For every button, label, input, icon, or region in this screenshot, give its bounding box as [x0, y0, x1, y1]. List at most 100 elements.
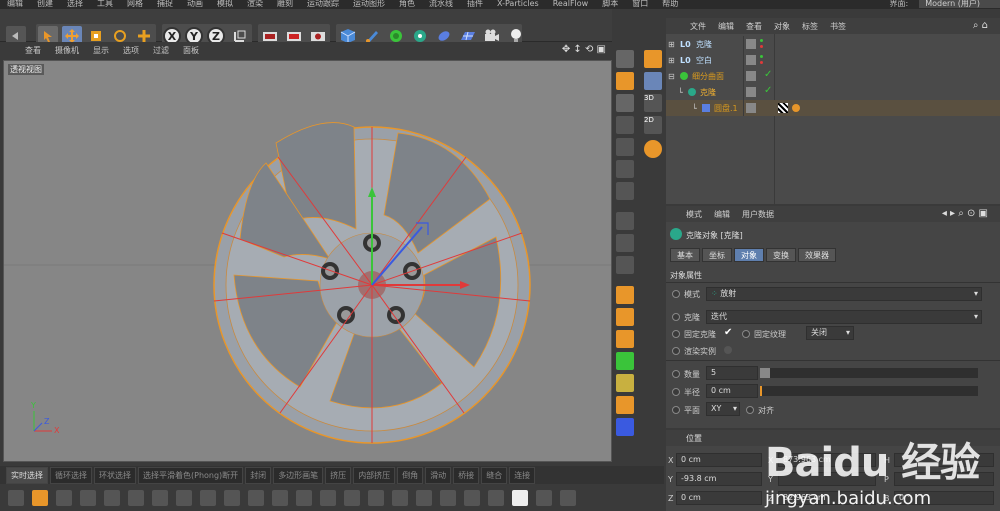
tool-bridge[interactable]: 桥接	[453, 466, 480, 484]
am-menu-edit[interactable]: 编辑	[708, 209, 736, 220]
om-menu-tags[interactable]: 标签	[796, 21, 824, 32]
object-tool-icon-1[interactable]	[616, 286, 634, 304]
fixed-texture-dropdown[interactable]: 关闭 ▾	[806, 326, 854, 340]
menu-realflow[interactable]: RealFlow	[546, 0, 596, 9]
align-animate-radio[interactable]	[746, 406, 754, 414]
object-row[interactable]: └ 克隆 ✓	[666, 84, 1000, 100]
fixed-clone-checkbox[interactable]: ✔	[724, 327, 732, 338]
object-tool-icon-2[interactable]	[616, 308, 634, 326]
am-menu-user-data[interactable]: 用户数据	[736, 209, 780, 220]
object-name[interactable]: 圆盘.1	[714, 103, 738, 114]
snap-2d-icon[interactable]: 2D	[644, 116, 662, 134]
menu-script[interactable]: 脚本	[595, 0, 625, 9]
layout-dropdown[interactable]: Modern (用户)	[919, 0, 1000, 8]
object-tool-icon-5[interactable]	[616, 374, 634, 392]
model-mode-icon[interactable]	[616, 72, 634, 90]
tool-live-selection[interactable]: 实时选择	[6, 466, 48, 484]
snap-icon[interactable]	[616, 256, 634, 274]
pos-x-field[interactable]: 0 cm	[676, 453, 762, 467]
menu-mesh[interactable]: 网格	[120, 0, 150, 9]
menu-character[interactable]: 角色	[392, 0, 422, 9]
menu-edit[interactable]: 编辑	[0, 0, 30, 9]
om-search-icon[interactable]: ⌕ ⌂	[967, 20, 994, 31]
viewport-menu-options[interactable]: 选项	[116, 45, 146, 56]
object-tool-icon-3[interactable]	[616, 330, 634, 348]
edges-icon[interactable]	[616, 160, 634, 178]
render-instances-animate-radio[interactable]	[672, 347, 680, 355]
tweak-icon[interactable]	[616, 234, 634, 252]
tool-bevel[interactable]: 倒角	[397, 466, 424, 484]
menu-snap[interactable]: 捕捉	[150, 0, 180, 9]
object-row[interactable]: └ 圆盘.1	[666, 100, 1000, 116]
object-row[interactable]: ⊟ 细分曲面 ✓	[666, 68, 1000, 84]
axis-icon[interactable]	[616, 212, 634, 230]
tool-close[interactable]: 封闭	[245, 466, 272, 484]
tool-extrude-inner[interactable]: 内部挤压	[353, 466, 396, 484]
om-menu-view[interactable]: 查看	[740, 21, 768, 32]
plane-dropdown[interactable]: XY ▾	[706, 402, 740, 416]
points-icon[interactable]	[616, 138, 634, 156]
tool-icons-row[interactable]	[4, 484, 604, 511]
tab-transform[interactable]: 变换	[766, 248, 796, 262]
menu-mograph[interactable]: 运动图形	[346, 0, 392, 9]
make-editable-icon[interactable]	[644, 50, 662, 68]
menu-select[interactable]: 选择	[60, 0, 90, 9]
viewport-menu-cameras[interactable]: 摄像机	[48, 45, 86, 56]
menu-simulate[interactable]: 模拟	[210, 0, 240, 9]
fixed-clone-animate-radio[interactable]	[672, 330, 680, 338]
count-animate-radio[interactable]	[672, 370, 680, 378]
menu-render[interactable]: 渲染	[240, 0, 270, 9]
snap-enable-icon[interactable]	[644, 72, 662, 90]
polygons-icon[interactable]	[616, 182, 634, 200]
viewport-nav-icons[interactable]: ✥ ↕ ⟲ ▣	[562, 44, 606, 55]
tab-basic[interactable]: 基本	[670, 248, 700, 262]
radius-field[interactable]: 0 cm	[706, 384, 758, 398]
points-mode-icon[interactable]	[616, 50, 634, 68]
menu-animate[interactable]: 动画	[180, 0, 210, 9]
count-slider[interactable]	[760, 368, 978, 378]
tool-polygon-pen[interactable]: 多边形画笔	[273, 466, 324, 484]
viewport-menu-view[interactable]: 查看	[18, 45, 48, 56]
workplane-icon[interactable]	[616, 116, 634, 134]
tool-connect[interactable]: 连接	[509, 466, 536, 484]
fixed-texture-animate-radio[interactable]	[742, 330, 750, 338]
viewport-menu-display[interactable]: 显示	[86, 45, 116, 56]
texture-tag-icon[interactable]	[778, 103, 788, 113]
om-menu-file[interactable]: 文件	[684, 21, 712, 32]
tool-phong-break[interactable]: 选择平滑着色(Phong)断开	[138, 466, 244, 484]
om-menu-objects[interactable]: 对象	[768, 21, 796, 32]
menu-plugins[interactable]: 插件	[460, 0, 490, 9]
menu-help[interactable]: 帮助	[655, 0, 685, 9]
object-row[interactable]: ⊞ L0 空白	[666, 52, 1000, 68]
object-tool-icon-6[interactable]	[616, 396, 634, 414]
menu-xparticles[interactable]: X-Particles	[490, 0, 546, 9]
count-field[interactable]: 5	[706, 366, 758, 380]
tab-effectors[interactable]: 效果器	[798, 248, 836, 262]
clone-dropdown[interactable]: 迭代 ▾	[706, 310, 982, 324]
tool-extrude[interactable]: 挤压	[325, 466, 352, 484]
object-row[interactable]: ⊞ L0 克隆	[666, 36, 1000, 52]
om-menu-bookmarks[interactable]: 书签	[824, 21, 852, 32]
object-name[interactable]: 克隆	[700, 87, 716, 98]
menu-tools[interactable]: 工具	[90, 0, 120, 9]
object-name[interactable]: 空白	[696, 55, 712, 66]
tab-object[interactable]: 对象	[734, 248, 764, 262]
am-nav-icons[interactable]: ◂ ▸ ⌕ ⊙ ▣	[936, 208, 994, 219]
viewport-menu-panel[interactable]: 面板	[176, 45, 206, 56]
mode-animate-radio[interactable]	[672, 290, 680, 298]
perspective-viewport[interactable]: 透视视图 Y Z X	[3, 60, 612, 462]
object-tool-icon-7[interactable]	[616, 418, 634, 436]
tab-coord[interactable]: 坐标	[702, 248, 732, 262]
menu-motion-tracking[interactable]: 运动跟踪	[300, 0, 346, 9]
pos-z-field[interactable]: 0 cm	[676, 491, 762, 505]
radius-slider[interactable]	[760, 386, 978, 396]
clone-animate-radio[interactable]	[672, 313, 680, 321]
menu-sculpt[interactable]: 雕刻	[270, 0, 300, 9]
render-instances-checkbox[interactable]	[724, 346, 732, 354]
menu-create[interactable]: 创建	[30, 0, 60, 9]
om-menu-edit[interactable]: 编辑	[712, 21, 740, 32]
object-name[interactable]: 克隆	[696, 39, 712, 50]
object-name[interactable]: 细分曲面	[692, 71, 724, 82]
pos-y-field[interactable]: -93.8 cm	[676, 472, 762, 486]
tool-ring-selection[interactable]: 环状选择	[94, 466, 136, 484]
